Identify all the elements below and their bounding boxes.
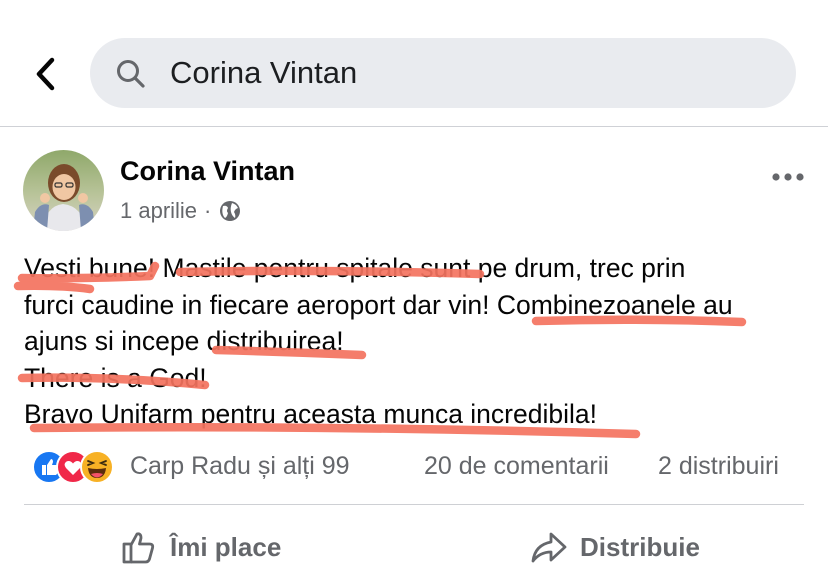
more-options-button[interactable] — [770, 170, 806, 184]
search-bar[interactable] — [90, 38, 796, 108]
post-text: Vesti bune! Mastile pentru spitale sunt … — [24, 250, 814, 433]
like-label: Îmi place — [170, 531, 282, 562]
share-count[interactable]: 2 distribuiri — [658, 452, 779, 481]
search-icon — [117, 60, 145, 88]
share-button[interactable]: Distribuie — [530, 522, 700, 572]
divider — [24, 504, 804, 505]
like-button[interactable]: Îmi place — [120, 522, 281, 572]
post-line: Bravo Unifarm pentru aceasta munca incre… — [24, 399, 597, 429]
post-line: Vesti bune! Mastile pentru spitale sunt … — [24, 253, 686, 283]
post-line: furci caudine in fiecare aeroport dar vi… — [24, 289, 733, 320]
search-header — [0, 0, 828, 127]
thumbs-up-icon — [122, 532, 155, 564]
share-arrow-icon — [531, 532, 567, 563]
post-meta: 1 aprilie · — [120, 196, 242, 226]
avatar[interactable] — [23, 150, 104, 231]
post-line: There is a God! — [24, 362, 207, 393]
reaction-names[interactable]: Carp Radu și alți 99 — [130, 452, 350, 481]
profile-photo — [23, 150, 104, 231]
post-author[interactable]: Corina Vintan — [120, 156, 295, 187]
globe-icon — [220, 201, 241, 221]
meta-separator: · — [204, 198, 212, 223]
back-button[interactable] — [30, 54, 64, 94]
reactions-row: Carp Radu și alți 99 20 de comentarii 2 … — [22, 448, 812, 486]
more-icon — [772, 173, 804, 181]
post-line: ajuns si incepe distribuirea! — [24, 326, 344, 356]
search-input[interactable] — [170, 48, 770, 98]
share-label: Distribuie — [580, 531, 700, 562]
comment-count[interactable]: 20 de comentarii — [424, 452, 609, 481]
post-date[interactable]: 1 aprilie — [120, 198, 197, 224]
haha-reaction-icon[interactable] — [80, 450, 114, 484]
chevron-left-icon — [36, 57, 55, 91]
